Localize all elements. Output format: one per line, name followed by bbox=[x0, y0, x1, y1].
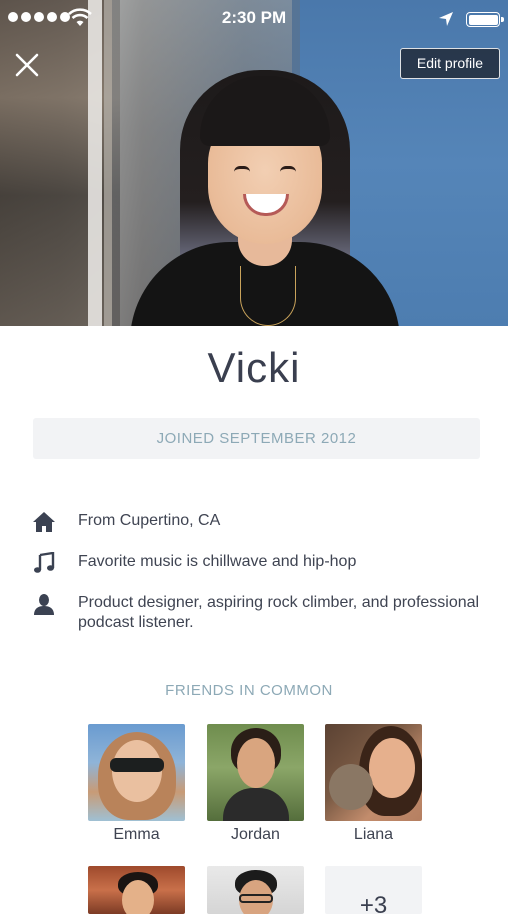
detail-music: Favorite music is chillwave and hip-hop bbox=[30, 552, 490, 574]
friend-tile[interactable] bbox=[88, 866, 185, 914]
friend-avatar bbox=[88, 866, 185, 914]
friend-avatar bbox=[207, 724, 304, 821]
cover-background bbox=[0, 0, 120, 326]
person-eye-right bbox=[280, 166, 296, 172]
profile-name: Vicki bbox=[207, 344, 301, 391]
profile-cover-photo: 2:30 PM Edit profile bbox=[0, 0, 508, 326]
avatar-face bbox=[237, 738, 275, 788]
edit-profile-button[interactable]: Edit profile bbox=[400, 48, 500, 79]
friend-tile-emma[interactable]: Emma bbox=[88, 724, 185, 844]
detail-bio: Product designer, aspiring rock climber,… bbox=[30, 593, 490, 633]
person-eye-left bbox=[234, 166, 250, 172]
friend-tile-liana[interactable]: Liana bbox=[325, 724, 422, 844]
friends-in-common-heading: FRIENDS IN COMMON bbox=[165, 682, 333, 699]
sunglasses-icon bbox=[110, 758, 164, 772]
profile-person bbox=[130, 66, 400, 326]
detail-text: Favorite music is chillwave and hip-hop bbox=[78, 553, 357, 570]
kitten bbox=[329, 764, 373, 810]
detail-text: From Cupertino, CA bbox=[78, 512, 221, 529]
avatar-shirt bbox=[223, 788, 289, 821]
home-icon bbox=[30, 511, 58, 533]
music-note-icon bbox=[30, 552, 58, 574]
friend-avatar bbox=[88, 724, 185, 821]
status-time: 2:30 PM bbox=[221, 8, 287, 27]
battery-icon bbox=[466, 12, 504, 27]
avatar-face bbox=[122, 880, 154, 914]
close-icon[interactable] bbox=[12, 50, 42, 80]
joined-badge: JOINED SEPTEMBER 2012 bbox=[33, 418, 480, 459]
friend-name: Jordan bbox=[231, 826, 280, 843]
avatar-face bbox=[369, 738, 415, 798]
person-necklace bbox=[240, 266, 296, 326]
friend-avatar bbox=[325, 724, 422, 821]
more-friends-count: +3 bbox=[325, 866, 422, 914]
detail-hometown: From Cupertino, CA bbox=[30, 511, 490, 533]
cover-door-frame-inner bbox=[104, 0, 112, 326]
more-friends-tile[interactable]: +3 bbox=[325, 866, 422, 914]
friend-tile-jordan[interactable]: Jordan bbox=[207, 724, 304, 844]
friend-avatar bbox=[207, 866, 304, 914]
location-arrow-icon bbox=[439, 12, 453, 26]
glasses-icon bbox=[239, 894, 273, 903]
friend-name: Emma bbox=[113, 826, 160, 843]
detail-text: Product designer, aspiring rock climber,… bbox=[78, 594, 480, 631]
friend-name: Liana bbox=[353, 826, 394, 843]
cover-door-frame bbox=[88, 0, 102, 326]
status-bar: 2:30 PM bbox=[0, 0, 508, 36]
person-icon bbox=[30, 593, 58, 615]
friend-tile[interactable] bbox=[207, 866, 304, 914]
